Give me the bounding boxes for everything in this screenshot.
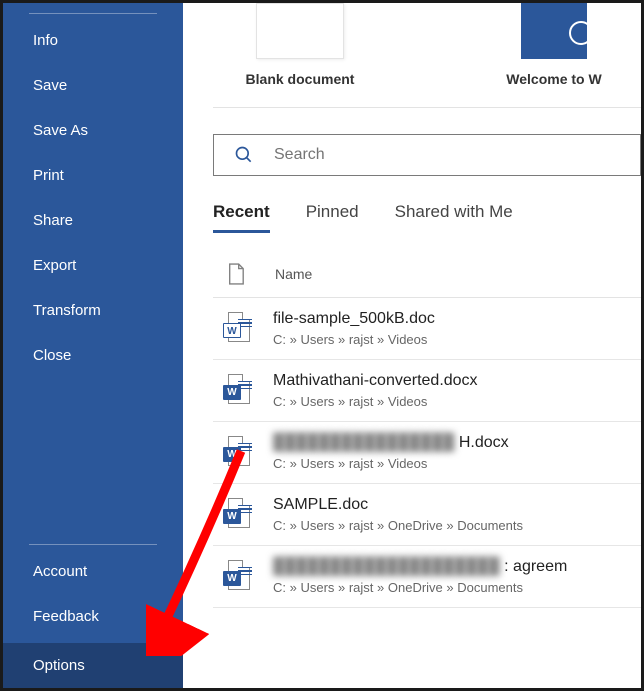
file-name: ████████████████████ : agreem bbox=[273, 558, 567, 576]
search-input[interactable] bbox=[274, 146, 628, 164]
template-welcome[interactable]: Welcome to W bbox=[477, 3, 631, 87]
template-thumb-welcome bbox=[521, 3, 587, 59]
nav-feedback[interactable]: Feedback bbox=[3, 594, 183, 639]
word-file-icon: W bbox=[223, 312, 251, 346]
nav-options[interactable]: Options bbox=[3, 643, 183, 688]
template-blank-document[interactable]: Blank document bbox=[223, 3, 377, 87]
content-area: Blank document Welcome to W Recent Pinne… bbox=[183, 3, 641, 688]
file-name: file-sample_500kB.doc bbox=[273, 310, 435, 328]
file-path: C: » Users » rajst » OneDrive » Document… bbox=[273, 580, 567, 595]
file-row[interactable]: Wfile-sample_500kB.doc C: » Users » rajst… bbox=[213, 298, 641, 360]
column-name-header: Name bbox=[275, 266, 312, 282]
nav-account[interactable]: Account bbox=[3, 549, 183, 594]
file-name: Mathivathani-converted.docx bbox=[273, 372, 478, 390]
file-row[interactable]: W ████████████████ H.docx C: » Users » raj… bbox=[213, 422, 641, 484]
file-path: C: » Users » rajst » Videos bbox=[273, 456, 509, 471]
nav-export[interactable]: Export bbox=[3, 243, 183, 288]
nav-close[interactable]: Close bbox=[3, 333, 183, 378]
sidebar-divider-bottom bbox=[29, 544, 157, 545]
file-name: ████████████████ H.docx bbox=[273, 434, 509, 452]
tab-recent[interactable]: Recent bbox=[213, 202, 270, 233]
nav-info[interactable]: Info bbox=[3, 18, 183, 63]
tab-pinned[interactable]: Pinned bbox=[306, 202, 359, 233]
file-tabs: Recent Pinned Shared with Me bbox=[213, 202, 641, 233]
word-file-icon: W bbox=[223, 560, 251, 594]
nav-share[interactable]: Share bbox=[3, 198, 183, 243]
template-thumb-blank bbox=[256, 3, 344, 59]
file-list-header[interactable]: Name bbox=[213, 255, 641, 298]
file-row[interactable]: W ████████████████████ : agreem C: » Users… bbox=[213, 546, 641, 608]
document-icon bbox=[227, 263, 245, 285]
template-gallery: Blank document Welcome to W bbox=[213, 3, 641, 107]
word-file-icon: W bbox=[223, 436, 251, 470]
file-path: C: » Users » rajst » Videos bbox=[273, 332, 435, 347]
word-file-icon: W bbox=[223, 498, 251, 532]
nav-save[interactable]: Save bbox=[3, 63, 183, 108]
template-label: Blank document bbox=[246, 71, 355, 87]
recent-file-list: Wfile-sample_500kB.doc C: » Users » rajst… bbox=[213, 298, 641, 608]
file-row[interactable]: W SAMPLE.doc C: » Users » rajst » OneDrive… bbox=[213, 484, 641, 546]
search-icon bbox=[234, 145, 254, 165]
nav-print[interactable]: Print bbox=[3, 153, 183, 198]
file-row[interactable]: W Mathivathani-converted.docx C: » Users »… bbox=[213, 360, 641, 422]
tab-shared-with-me[interactable]: Shared with Me bbox=[395, 202, 513, 233]
backstage-sidebar: Info Save Save As Print Share Export Tra… bbox=[3, 3, 183, 688]
sidebar-divider-top bbox=[29, 13, 157, 14]
file-path: C: » Users » rajst » Videos bbox=[273, 394, 478, 409]
template-label: Welcome to W bbox=[506, 71, 601, 87]
word-file-icon: W bbox=[223, 374, 251, 408]
search-box[interactable] bbox=[213, 134, 641, 176]
file-name: SAMPLE.doc bbox=[273, 496, 523, 514]
nav-transform[interactable]: Transform bbox=[3, 288, 183, 333]
nav-save-as[interactable]: Save As bbox=[3, 108, 183, 153]
section-divider bbox=[213, 107, 641, 108]
file-path: C: » Users » rajst » OneDrive » Document… bbox=[273, 518, 523, 533]
